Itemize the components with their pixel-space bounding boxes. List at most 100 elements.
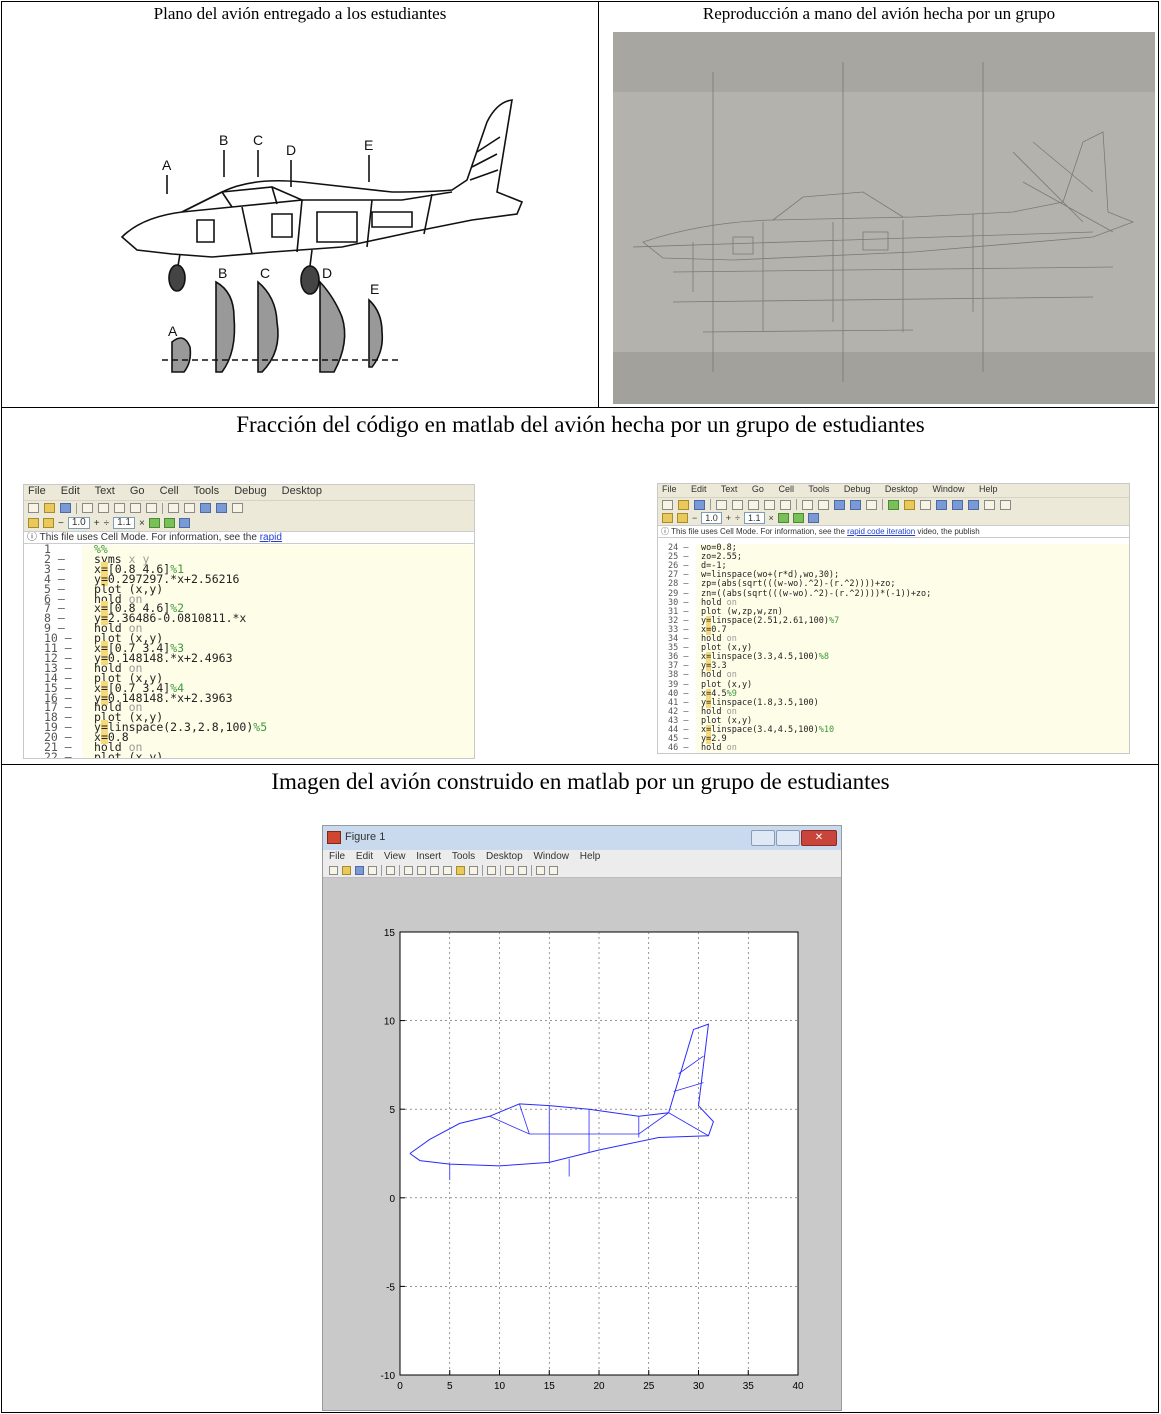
code-area[interactable]: 24 — wo=0.8; 25 — zo=2.55; 26 — d=-1; 27 — w=li… — [658, 543, 1129, 753]
menu-desktop[interactable]: Desktop — [486, 851, 523, 862]
menu-desktop[interactable]: Desktop — [885, 484, 918, 494]
code-line[interactable]: 20 — x=0.8 — [24, 730, 474, 745]
code-line[interactable]: 3 — x=[0.8 4.6]%1 — [24, 561, 474, 576]
divide-label[interactable]: ÷ — [735, 513, 740, 523]
menu-go[interactable]: Go — [130, 485, 145, 497]
code-line[interactable]: 4 — y=0.297297.*x+2.56216 — [24, 571, 474, 586]
save-icon[interactable] — [60, 503, 71, 513]
cell-run-icon[interactable] — [777, 513, 789, 523]
breakpoint-icon[interactable] — [904, 499, 915, 510]
copy-icon[interactable] — [98, 503, 109, 513]
code-line[interactable]: 10 — plot (x,y) — [24, 632, 474, 644]
print-icon[interactable] — [368, 866, 377, 875]
zoom-icon[interactable] — [807, 513, 819, 523]
clear-breakpoints-icon[interactable] — [920, 499, 931, 510]
layout-icon[interactable] — [1000, 499, 1011, 510]
cell-value-b-field[interactable]: 1.1 — [113, 517, 135, 529]
code-line[interactable]: 5 — plot (x,y) — [24, 583, 474, 595]
link-icon[interactable] — [487, 866, 496, 875]
run-icon[interactable] — [888, 499, 899, 510]
code-line[interactable]: 9 — hold on — [24, 622, 474, 634]
cell-advance-icon[interactable] — [792, 513, 804, 523]
legend-icon[interactable] — [518, 866, 527, 875]
divide-label[interactable]: ÷ — [104, 518, 110, 529]
stack-icon[interactable] — [984, 499, 995, 510]
menu-cell[interactable]: Cell — [778, 484, 794, 494]
redo-icon[interactable] — [146, 503, 157, 513]
menu-edit[interactable]: Edit — [691, 484, 707, 494]
menu-tools[interactable]: Tools — [808, 484, 829, 494]
menu-go[interactable]: Go — [752, 484, 764, 494]
print-icon[interactable] — [168, 503, 179, 513]
menu-desktop[interactable]: Desktop — [282, 485, 322, 497]
save-icon[interactable] — [694, 499, 705, 510]
menu-file[interactable]: File — [28, 485, 46, 497]
code-line[interactable]: 36 — x=linspace(3.3,4.5,100)%8 — [658, 652, 1129, 663]
menu-file[interactable]: File — [662, 484, 677, 494]
paste-icon[interactable] — [114, 503, 125, 513]
open-folder-icon[interactable] — [678, 499, 689, 510]
menu-file[interactable]: File — [329, 851, 345, 862]
menu-text[interactable]: Text — [721, 484, 738, 494]
step-out-icon[interactable] — [968, 499, 979, 510]
code-line[interactable]: 14 — plot (x,y) — [24, 672, 474, 684]
menu-help[interactable]: Help — [979, 484, 998, 494]
undo-icon[interactable] — [764, 499, 775, 510]
open-folder-icon[interactable] — [44, 503, 55, 513]
menu-insert[interactable]: Insert — [416, 851, 441, 862]
function-icon[interactable] — [232, 503, 243, 513]
cell-value-b-field[interactable]: 1.1 — [744, 512, 765, 524]
menu-debug[interactable]: Debug — [234, 485, 266, 497]
rotate-icon[interactable] — [443, 866, 452, 875]
paste-icon[interactable] — [748, 499, 759, 510]
cell-eval-icon[interactable] — [43, 518, 54, 528]
cell-advance-icon[interactable] — [163, 518, 175, 528]
function-icon[interactable] — [866, 499, 877, 510]
new-file-icon[interactable] — [662, 499, 673, 510]
colorbar-icon[interactable] — [505, 866, 514, 875]
save-icon[interactable] — [355, 866, 364, 875]
step-icon[interactable] — [936, 499, 947, 510]
plus-label[interactable]: + — [94, 518, 100, 529]
back-arrow-icon[interactable] — [834, 499, 845, 510]
pan-icon[interactable] — [430, 866, 439, 875]
menu-window[interactable]: Window — [533, 851, 569, 862]
info-link[interactable]: rapid code iteration — [847, 527, 915, 536]
step-in-icon[interactable] — [952, 499, 963, 510]
forward-arrow-icon[interactable] — [216, 503, 227, 513]
maximize-button[interactable] — [776, 830, 800, 846]
forward-arrow-icon[interactable] — [850, 499, 861, 510]
cell-icon[interactable] — [28, 518, 39, 528]
minus-label[interactable]: − — [692, 513, 697, 523]
code-line[interactable]: 15 — x=[0.7 3.4]%4 — [24, 680, 474, 695]
code-line[interactable]: 16 — y=0.148148.*x+2.3963 — [24, 690, 474, 705]
minimize-button[interactable] — [751, 830, 775, 846]
code-line[interactable]: 22 — plot (x,y) — [24, 751, 474, 758]
code-line[interactable]: 32 — y=linspace(2.51,2.61,100)%7 — [658, 615, 1129, 626]
times-label[interactable]: × — [769, 513, 774, 523]
cell-run-icon[interactable] — [148, 518, 160, 528]
code-line[interactable]: 19 — y=linspace(2.3,2.8,100)%5 — [24, 720, 474, 735]
menu-text[interactable]: Text — [95, 485, 115, 497]
minus-label[interactable]: − — [58, 518, 64, 529]
hide-tools-icon[interactable] — [536, 866, 545, 875]
find-icon[interactable] — [184, 503, 195, 513]
menu-edit[interactable]: Edit — [356, 851, 373, 862]
code-line[interactable]: 11 — x=[0.7 3.4]%3 — [24, 641, 474, 655]
find-icon[interactable] — [818, 499, 829, 510]
zoom-icon[interactable] — [178, 518, 190, 528]
undo-icon[interactable] — [130, 503, 141, 513]
code-area[interactable]: 1 %% 2 — syms x y3 — x=[0.8 4.6]%1 4 — y=0.29… — [24, 543, 474, 758]
code-line[interactable]: 25 — zo=2.55; — [658, 552, 1129, 562]
pointer-icon[interactable] — [386, 866, 395, 875]
zoom-in-icon[interactable] — [404, 866, 413, 875]
close-button[interactable] — [801, 830, 837, 846]
cell-value-a-field[interactable]: 1.0 — [701, 512, 722, 524]
menu-tools[interactable]: Tools — [452, 851, 475, 862]
code-line[interactable]: 44 — x=linspace(3.4,4.5,100)%10 — [658, 725, 1129, 735]
menu-window[interactable]: Window — [932, 484, 964, 494]
code-line[interactable]: 13 — hold on — [24, 662, 474, 674]
zoom-out-icon[interactable] — [417, 866, 426, 875]
menu-view[interactable]: View — [384, 851, 406, 862]
new-figure-icon[interactable] — [329, 866, 338, 875]
